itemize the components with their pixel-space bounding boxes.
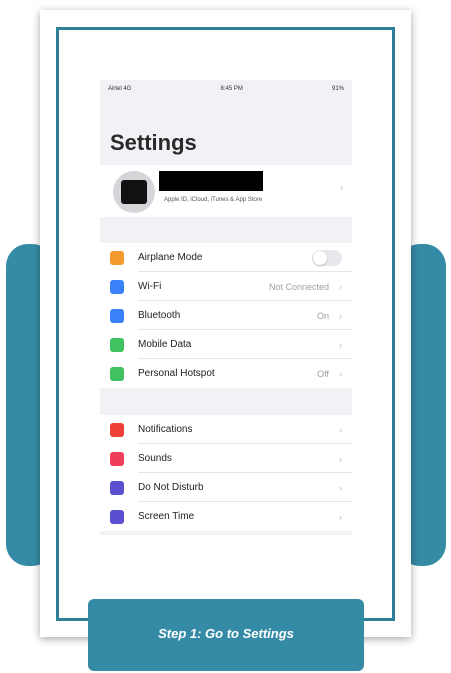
time-label: 8:45 PM — [220, 86, 243, 92]
settings-row[interactable]: Sounds › — [100, 444, 352, 473]
redacted-name — [159, 171, 263, 191]
settings-row-value: Off — [317, 368, 329, 379]
chevron-right-icon: › — [340, 182, 343, 192]
settings-row[interactable]: Do Not Disturb › — [100, 473, 352, 502]
step-caption: Step 1: Go to Settings — [158, 625, 294, 641]
chevron-right-icon: › — [339, 511, 342, 522]
settings-row[interactable]: Screen Time › — [100, 502, 352, 531]
chevron-right-icon: › — [339, 339, 342, 350]
chevron-right-icon: › — [339, 453, 342, 464]
settings-group-connectivity: Airplane Mode Wi-Fi Not Connected › Bluetoot… — [100, 243, 352, 388]
settings-group-notifications: Notifications › Sounds › Do Not Disturb › Scre… — [100, 415, 352, 531]
hotspot-icon — [110, 366, 124, 381]
chevron-right-icon: › — [339, 482, 342, 493]
airplane-mode-toggle[interactable] — [312, 249, 342, 266]
settings-row-label: Mobile Data — [138, 339, 192, 350]
airplane-icon — [110, 250, 124, 265]
settings-row-value: Not Connected — [268, 281, 329, 292]
chevron-right-icon: › — [339, 368, 342, 379]
battery-label: 91% — [331, 86, 344, 92]
settings-row[interactable]: Notifications › — [100, 415, 352, 444]
settings-row-label: Wi-Fi — [138, 281, 162, 292]
status-bar: Airtel 4G 8:45 PM 91% — [100, 80, 352, 98]
settings-row-label: Notifications — [138, 424, 193, 435]
notifications-icon — [110, 422, 124, 437]
settings-row[interactable]: Wi-Fi Not Connected › — [100, 272, 352, 301]
mobile-data-icon — [110, 337, 124, 352]
settings-row-label: Airplane Mode — [138, 252, 203, 263]
avatar-image — [121, 180, 147, 204]
settings-row[interactable]: Airplane Mode — [100, 243, 352, 272]
moon-icon — [110, 480, 124, 495]
chevron-right-icon: › — [339, 424, 342, 435]
page-title: Settings — [110, 130, 197, 155]
settings-row-label: Personal Hotspot — [138, 368, 215, 379]
settings-row-label: Bluetooth — [138, 310, 181, 321]
step-caption-banner: Step 1: Go to Settings — [88, 599, 364, 671]
phone-screenshot: Airtel 4G 8:45 PM 91% Settings Apple ID,… — [100, 80, 352, 535]
settings-row[interactable]: Personal Hotspot Off › — [100, 359, 352, 388]
settings-row-label: Do Not Disturb — [138, 482, 204, 493]
settings-row-label: Screen Time — [138, 511, 195, 522]
bluetooth-icon — [110, 308, 124, 323]
profile-subtitle: Apple ID, iCloud, iTunes & App Store — [164, 197, 263, 203]
sounds-icon — [110, 451, 124, 466]
avatar — [113, 171, 155, 213]
settings-row[interactable]: Mobile Data › — [100, 330, 352, 359]
hourglass-icon — [110, 509, 124, 524]
settings-row[interactable]: Bluetooth On › — [100, 301, 352, 330]
carrier-label: Airtel 4G — [108, 86, 132, 92]
settings-row-value: On — [316, 310, 329, 321]
settings-row-label: Sounds — [138, 453, 172, 464]
wifi-icon — [110, 279, 124, 294]
chevron-right-icon: › — [339, 310, 342, 321]
chevron-right-icon: › — [339, 281, 342, 292]
